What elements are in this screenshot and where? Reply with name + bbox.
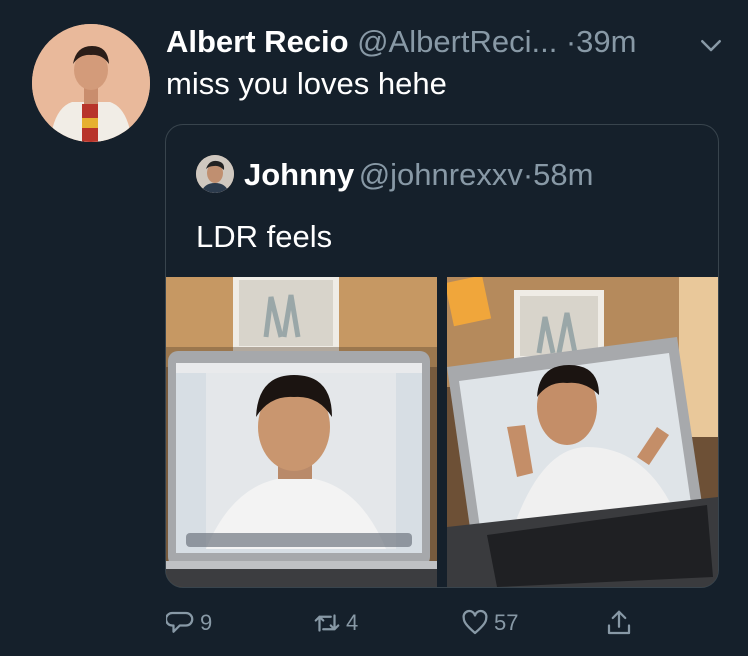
share-button[interactable] (604, 606, 638, 640)
quote-media (166, 277, 718, 587)
author-avatar-image (32, 24, 150, 142)
separator-dot: · (565, 24, 577, 59)
quote-time[interactable]: 58m (533, 157, 593, 192)
author-name[interactable]: Albert Recio (166, 24, 349, 59)
tweet-actions: 9 4 57 (0, 596, 748, 650)
tweet-header: Albert Recio @AlbertReci... ·39m (166, 24, 726, 64)
quoted-tweet[interactable]: Johnny @johnrexxv·58m LDR feels (165, 124, 719, 588)
author-handle[interactable]: @AlbertReci... (357, 24, 557, 59)
quote-author-avatar[interactable] (196, 155, 234, 193)
author-avatar[interactable] (32, 24, 150, 142)
like-count: 57 (494, 610, 519, 635)
retweet-count: 4 (346, 610, 359, 635)
quote-separator-dot: · (522, 157, 534, 192)
media-photo-2[interactable] (447, 277, 718, 587)
retweet-icon (314, 614, 340, 632)
reply-button[interactable]: 9 (166, 606, 212, 640)
quote-avatar-image (196, 155, 234, 193)
reply-icon (166, 611, 194, 633)
share-icon (607, 610, 631, 635)
chevron-down-icon[interactable] (696, 30, 726, 60)
reply-count: 9 (200, 610, 213, 635)
like-button[interactable]: 57 (460, 606, 518, 640)
laptop-video-call-photo (166, 277, 437, 587)
tweet-text: miss you loves hehe (166, 66, 447, 101)
retweet-button[interactable]: 4 (312, 606, 358, 640)
media-photo-1[interactable] (166, 277, 437, 587)
quote-author-name[interactable]: Johnny (244, 157, 354, 192)
like-icon (462, 609, 488, 635)
tweet-time[interactable]: 39m (576, 24, 636, 59)
quote-header: Johnny @johnrexxv·58m (244, 157, 593, 193)
quote-author-handle[interactable]: @johnrexxv (359, 157, 523, 192)
quote-text: LDR feels (196, 219, 333, 254)
laptop-video-call-photo (447, 277, 718, 587)
